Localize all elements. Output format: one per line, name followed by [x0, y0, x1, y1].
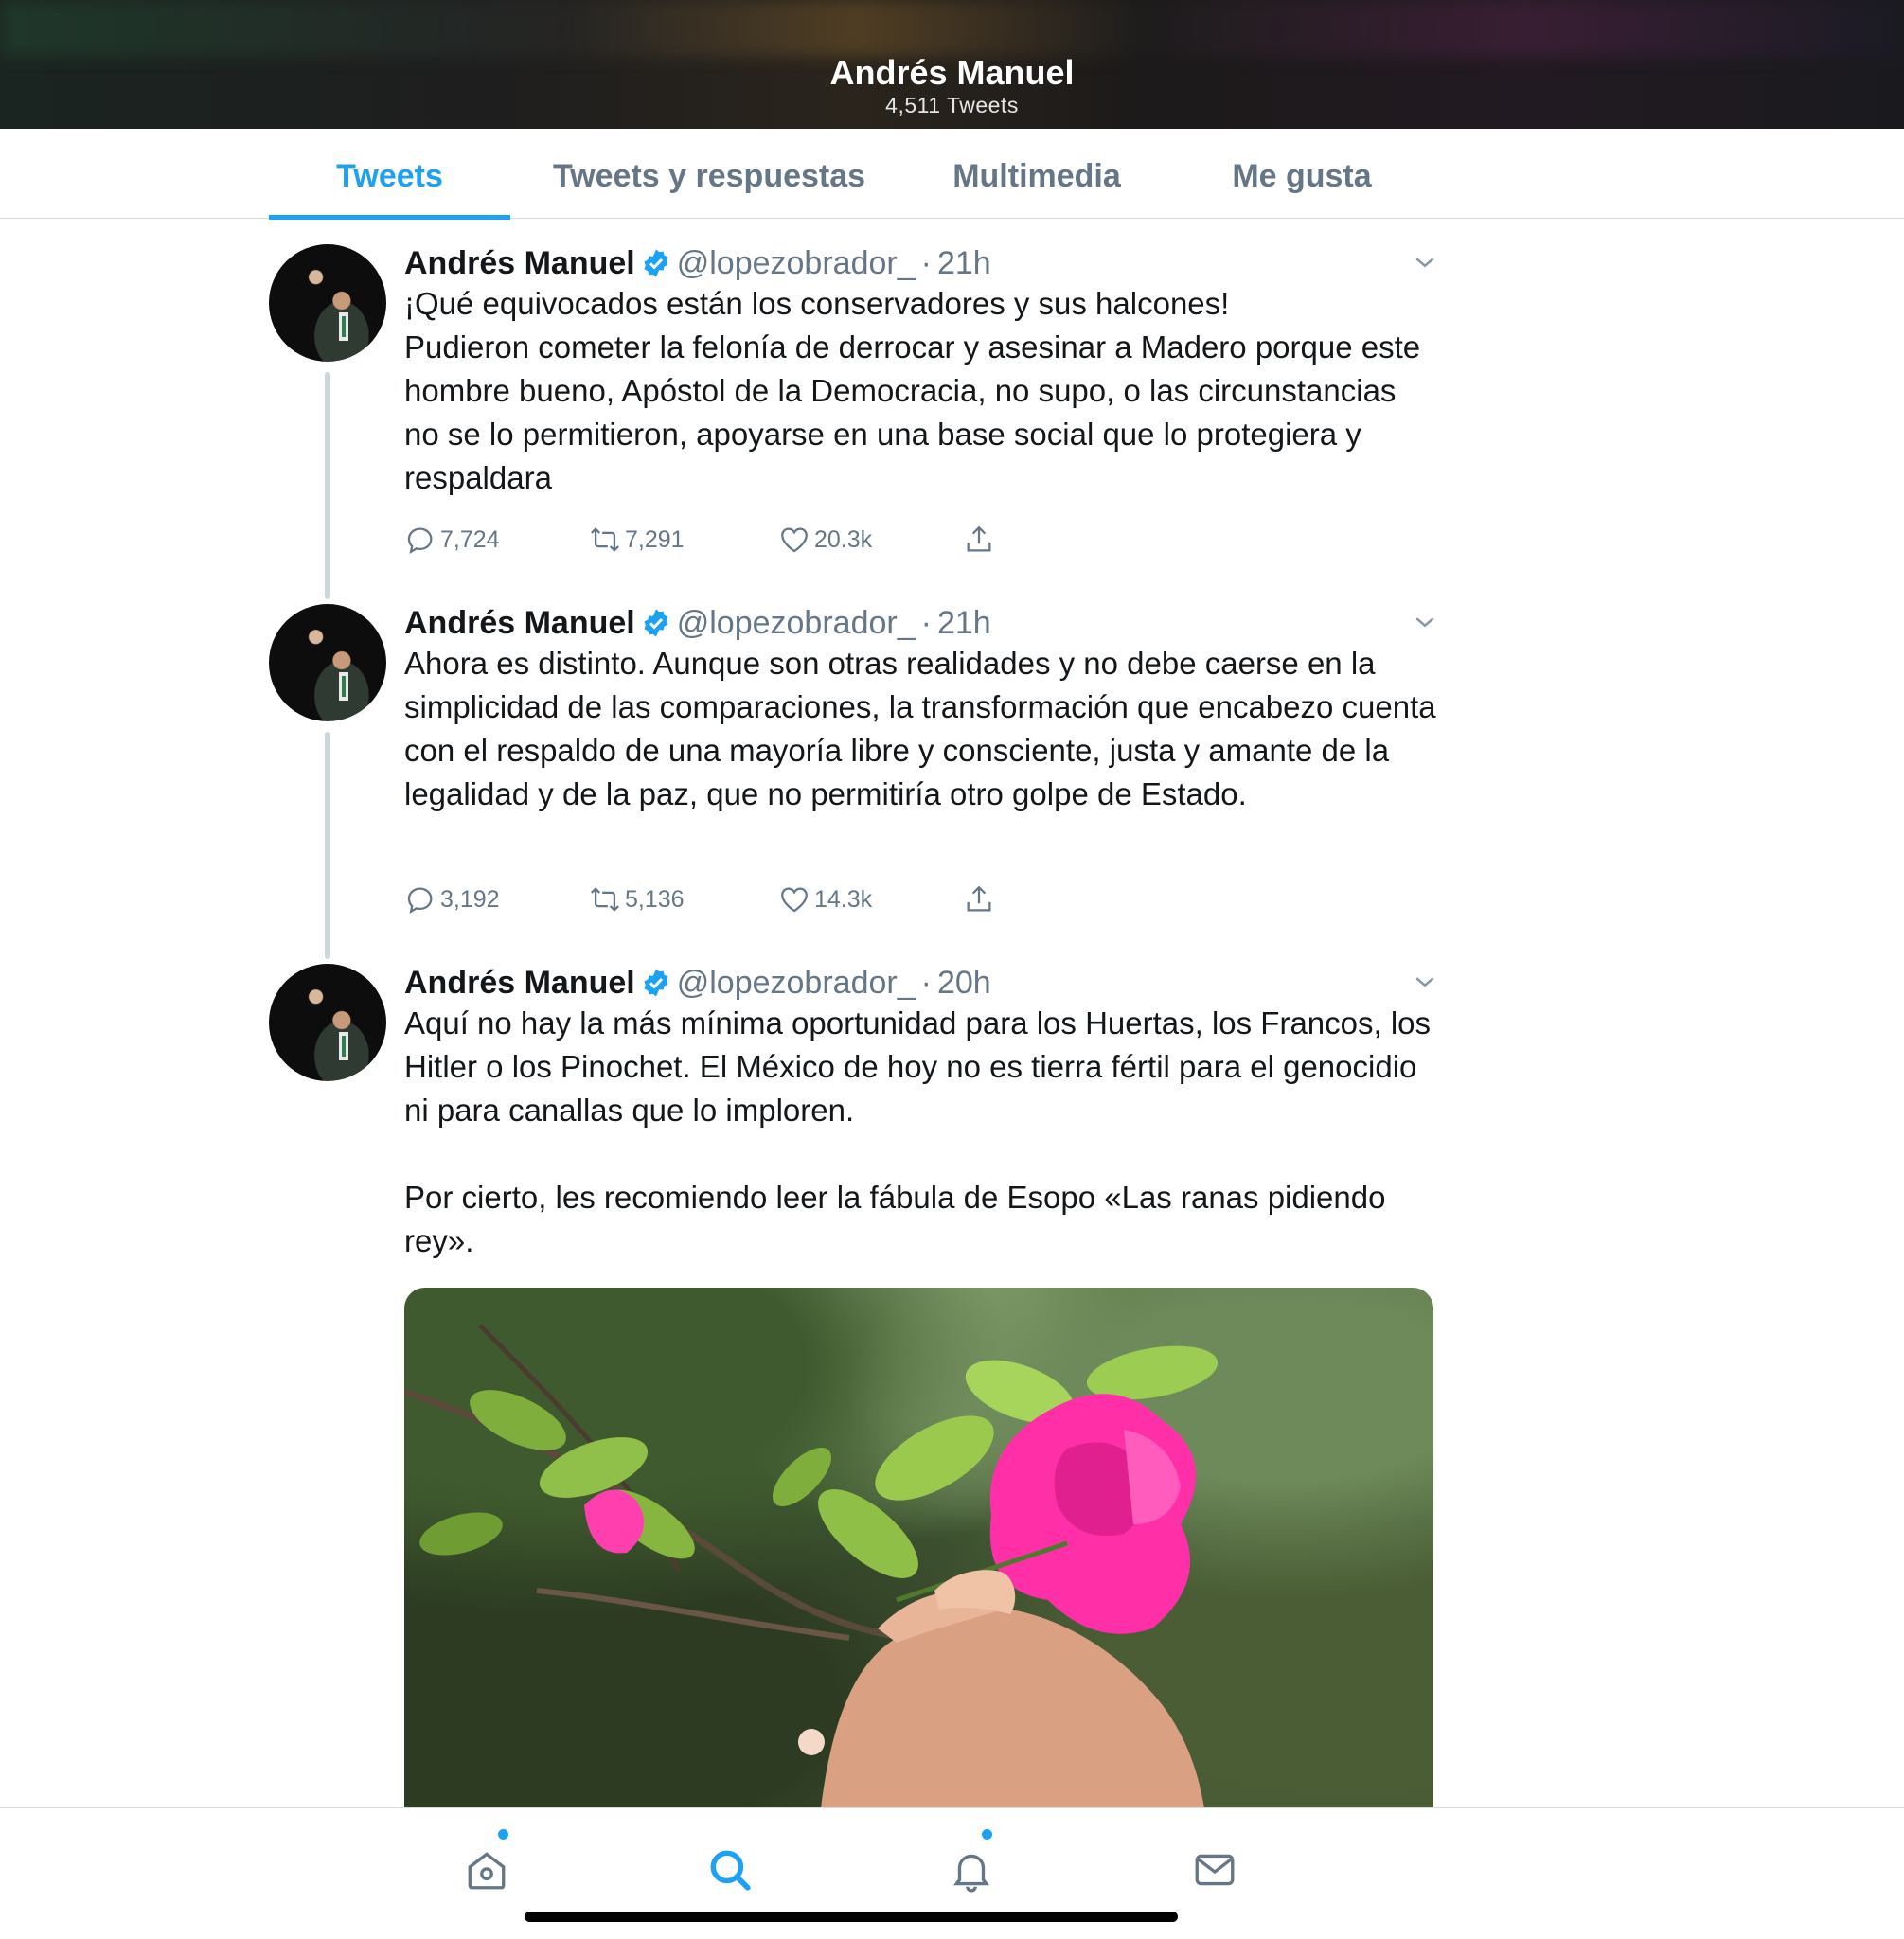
- tweet-header: Andrés Manuel @lopezobrador_ · 21h: [404, 244, 991, 282]
- tweet-header: Andrés Manuel @lopezobrador_ · 20h: [404, 964, 991, 1002]
- like-count: 14.3k: [814, 885, 873, 913]
- tweet-text: ¡Qué equivocados están los conservadores…: [404, 286, 1421, 495]
- share-button[interactable]: [963, 521, 999, 559]
- flower-photo: [404, 1324, 1219, 1808]
- tweet-header: Andrés Manuel @lopezobrador_ · 21h: [404, 604, 991, 642]
- profile-name: Andrés Manuel: [829, 53, 1075, 92]
- avatar[interactable]: [269, 964, 386, 1081]
- heart-icon: [781, 887, 808, 913]
- reply-button[interactable]: 3,192: [404, 881, 500, 918]
- retweet-count: 7,291: [625, 525, 685, 553]
- like-button[interactable]: 20.3k: [778, 521, 872, 559]
- retweet-count: 5,136: [625, 885, 685, 913]
- header-banner-blur: [0, 0, 1904, 57]
- thread-line: [325, 372, 330, 599]
- separator: ·: [920, 245, 932, 281]
- bell-icon[interactable]: [948, 1846, 995, 1894]
- author-name[interactable]: Andrés Manuel: [404, 605, 635, 641]
- reply-count: 7,724: [440, 525, 500, 553]
- author-handle[interactable]: @lopezobrador_: [677, 965, 916, 1001]
- profile-header: Andrés Manuel 4,511 Tweets: [0, 0, 1904, 129]
- comment-bubble-icon: [407, 527, 433, 555]
- home-notification-dot: [498, 1829, 508, 1840]
- share-button[interactable]: [963, 881, 999, 918]
- separator: ·: [920, 965, 932, 1001]
- reply-button[interactable]: 7,724: [404, 521, 500, 559]
- avatar[interactable]: [269, 244, 386, 362]
- separator: ·: [920, 605, 932, 641]
- retweet-button[interactable]: 5,136: [589, 881, 685, 918]
- mail-icon[interactable]: [1191, 1846, 1238, 1894]
- tab-tweets-replies[interactable]: Tweets y respuestas: [540, 129, 879, 219]
- author-handle[interactable]: @lopezobrador_: [677, 605, 916, 641]
- chevron-down-icon[interactable]: [1411, 608, 1439, 636]
- reply-count: 3,192: [440, 885, 500, 913]
- author-name[interactable]: Andrés Manuel: [404, 245, 635, 281]
- like-button[interactable]: 14.3k: [778, 881, 872, 918]
- retweet-icon: [591, 527, 619, 552]
- notifications-dot: [982, 1829, 992, 1840]
- retweet-button[interactable]: 7,291: [589, 521, 685, 559]
- profile-tabs: Tweets Tweets y respuestas Multimedia Me…: [0, 129, 1904, 220]
- timestamp[interactable]: 20h: [937, 965, 991, 1001]
- timestamp[interactable]: 21h: [937, 605, 991, 641]
- author-handle[interactable]: @lopezobrador_: [677, 245, 916, 281]
- thread-line: [325, 732, 330, 959]
- verified-badge-icon: [644, 249, 668, 277]
- avatar[interactable]: [269, 604, 386, 721]
- timestamp[interactable]: 21h: [937, 245, 991, 281]
- tweet-text: Aquí no hay la más mínima oportunidad pa…: [404, 1005, 1432, 1258]
- home-indicator[interactable]: [525, 1912, 1178, 1922]
- verified-badge-icon: [644, 969, 668, 997]
- comment-bubble-icon: [407, 887, 433, 915]
- chevron-down-icon[interactable]: [1411, 968, 1439, 996]
- share-icon: [967, 525, 991, 552]
- tab-likes[interactable]: Me gusta: [1198, 129, 1406, 219]
- tweet-text: Ahora es distinto. Aunque son otras real…: [404, 646, 1445, 811]
- chevron-down-icon[interactable]: [1411, 248, 1439, 276]
- verified-badge-icon: [644, 609, 668, 637]
- heart-icon: [781, 527, 808, 553]
- tab-tweets[interactable]: Tweets: [269, 129, 510, 220]
- search-icon[interactable]: [706, 1846, 754, 1894]
- like-count: 20.3k: [814, 525, 873, 553]
- tab-media[interactable]: Multimedia: [928, 129, 1146, 219]
- tweet-media-image[interactable]: [404, 1288, 1433, 1808]
- home-icon[interactable]: [463, 1846, 510, 1894]
- author-name[interactable]: Andrés Manuel: [404, 965, 635, 1001]
- share-icon: [967, 885, 991, 912]
- retweet-icon: [591, 887, 619, 912]
- tweet-count: 4,511 Tweets: [885, 93, 1019, 117]
